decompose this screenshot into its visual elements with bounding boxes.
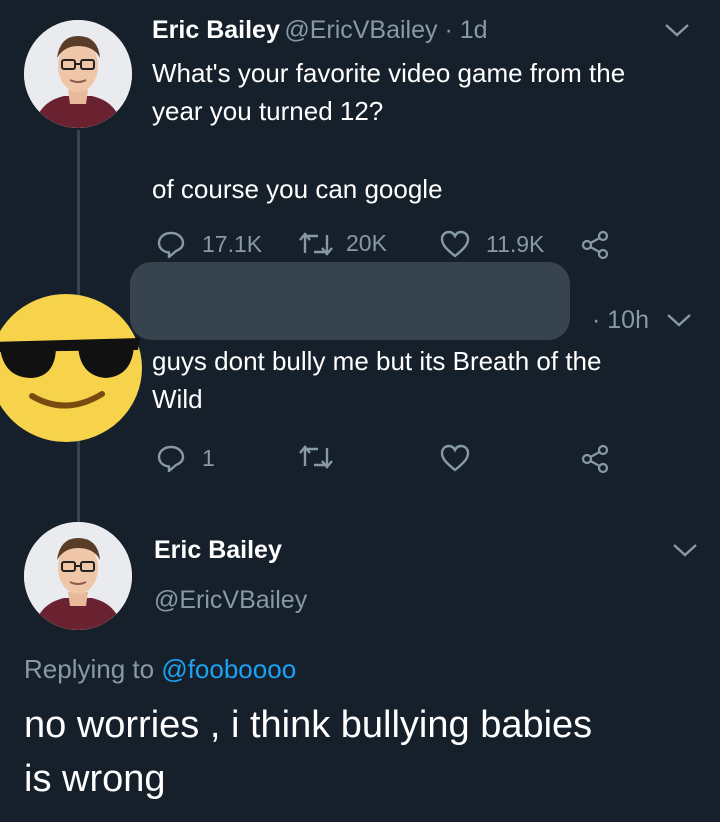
share-icon	[580, 230, 610, 260]
reply-button[interactable]: 1	[156, 444, 215, 472]
tweet-text-line: of course you can google	[152, 174, 443, 204]
like-button[interactable]: 11.9K	[440, 230, 544, 258]
avatar-eric-bailey[interactable]	[24, 522, 132, 630]
heart-icon	[440, 444, 470, 472]
chevron-down-icon[interactable]	[672, 542, 698, 563]
chevron-down-icon[interactable]	[664, 22, 690, 43]
emoji-avatar-sunglasses[interactable]	[0, 292, 146, 449]
share-button[interactable]	[580, 444, 610, 474]
tweet-text-line: What's your favorite video game from the	[152, 58, 626, 88]
retweet-button[interactable]	[298, 444, 334, 470]
retweet-icon	[298, 231, 334, 257]
heart-icon	[440, 230, 470, 258]
replying-to: Replying to @fooboooo	[24, 654, 296, 685]
retweet-icon	[298, 444, 334, 470]
author-handle-time[interactable]: @EricVBailey · 1d	[284, 16, 487, 44]
author-name[interactable]: Eric Bailey	[154, 536, 282, 565]
like-count: 11.9K	[486, 230, 545, 257]
replying-to-label: Replying to	[24, 654, 155, 684]
reply-count: 1	[202, 444, 215, 471]
avatar-eric-bailey[interactable]	[24, 20, 132, 128]
tweet-text-line: Wild	[152, 384, 203, 414]
tweet-text-line: year you turned 12?	[152, 96, 384, 126]
reply-icon	[156, 230, 186, 258]
chevron-down-icon[interactable]	[666, 312, 692, 333]
retweet-button[interactable]: 20K	[298, 230, 387, 257]
reply-icon	[156, 444, 186, 472]
share-button[interactable]	[580, 230, 610, 260]
retweet-count: 20K	[346, 230, 387, 256]
reply-count: 17.1K	[202, 230, 263, 257]
share-icon	[580, 444, 610, 474]
tweet-header: Eric Bailey @EricVBailey · 1d	[152, 16, 488, 45]
focused-tweet-text-line: no worries , i think bullying babies	[24, 704, 593, 746]
author-name[interactable]: Eric Bailey	[152, 16, 280, 44]
author-handle[interactable]: @EricVBailey	[154, 586, 307, 615]
replying-to-link[interactable]: @fooboooo	[161, 654, 296, 684]
reply-button[interactable]: 17.1K	[156, 230, 262, 258]
redacted-author-box	[130, 262, 570, 340]
like-button[interactable]	[440, 444, 470, 472]
reply-time[interactable]: · 10h	[592, 306, 649, 335]
tweet-text-line: guys dont bully me but its Breath of the	[152, 346, 602, 376]
focused-tweet-text-line: is wrong	[24, 758, 166, 800]
